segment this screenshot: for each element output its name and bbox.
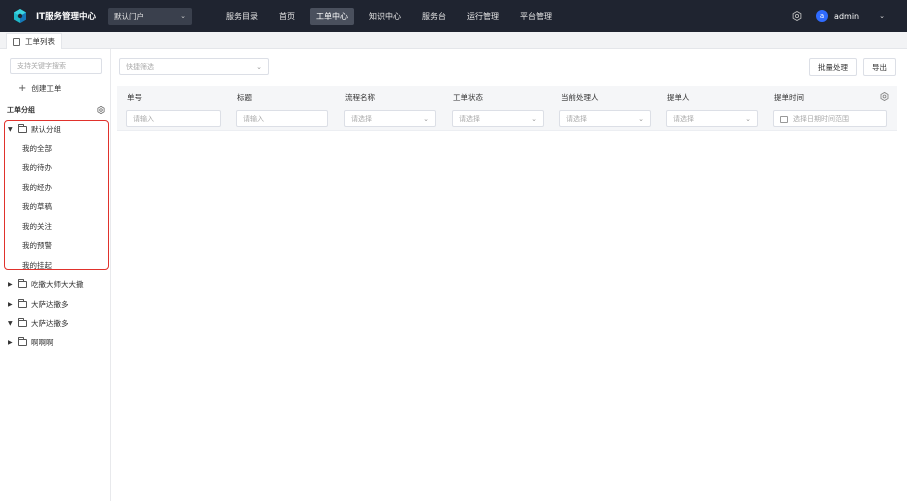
- filter-placeholder: 请输入: [243, 114, 264, 123]
- filter-placeholder: 请选择: [566, 114, 587, 123]
- folder-icon: [18, 337, 27, 346]
- filter-submitter-select[interactable]: 请选择 ⌄: [666, 110, 758, 127]
- group-settings-icon[interactable]: [97, 106, 105, 114]
- portal-select-value: 默认门户: [113, 11, 144, 21]
- filter-status-select[interactable]: 请选择 ⌄: [452, 110, 544, 127]
- tree-node-label: 大萨达撒多: [31, 319, 69, 328]
- portal-select[interactable]: 默认门户 ⌄: [107, 7, 192, 25]
- user-name[interactable]: admin: [834, 12, 859, 21]
- sidebar: 支持关键字搜索 + 创建工单 工单分组 ▼ 默认分组 我的全部 我的待办 我的经…: [0, 49, 111, 501]
- nav-service-catalog[interactable]: 服务目录: [220, 8, 264, 25]
- default-group-highlight: [4, 120, 109, 270]
- quick-filter-select[interactable]: 快捷筛选 ⌄: [119, 58, 269, 75]
- avatar[interactable]: a: [816, 10, 829, 22]
- tree-node-label: 大萨达撒多: [31, 300, 69, 309]
- tree-node-group-3[interactable]: ▼ 大萨达撒多: [8, 318, 69, 329]
- column-header-ticket-no[interactable]: 单号: [127, 92, 142, 103]
- caret-right-icon[interactable]: ▶: [8, 339, 16, 346]
- column-header-submitter[interactable]: 提单人: [667, 92, 690, 103]
- tree-item-my-all[interactable]: 我的全部: [22, 143, 52, 154]
- chevron-down-icon: ⌄: [531, 114, 537, 123]
- tree-item-my-alerts[interactable]: 我的预警: [22, 240, 52, 251]
- user-area: a admin ⌄: [792, 0, 885, 32]
- chevron-down-icon: ⌄: [256, 62, 262, 71]
- chevron-down-icon[interactable]: ⌄: [879, 12, 885, 20]
- sidebar-search-input[interactable]: 支持关键字搜索: [10, 58, 102, 74]
- app-title: IT服务管理中心: [36, 12, 96, 22]
- filter-placeholder: 请选择: [351, 114, 372, 123]
- caret-down-icon[interactable]: ▼: [8, 320, 16, 327]
- tree-node-group-2[interactable]: ▶ 大萨达撒多: [8, 299, 69, 310]
- tree-item-my-followed[interactable]: 我的关注: [22, 221, 52, 232]
- column-settings-icon[interactable]: [880, 92, 889, 101]
- chevron-down-icon: ⌄: [745, 114, 751, 123]
- filter-placeholder: 请输入: [133, 114, 154, 123]
- column-header-process-name[interactable]: 流程名称: [345, 92, 375, 103]
- tree-item-my-todo[interactable]: 我的待办: [22, 162, 52, 173]
- tree-node-group-1[interactable]: ▶ 吃撒大师大大撒: [8, 279, 84, 290]
- tree-node-label: 啊啊啊: [31, 338, 54, 347]
- folder-icon: [18, 279, 27, 288]
- filter-placeholder: 选择日期时间范围: [793, 114, 849, 123]
- group-header: 工单分组: [7, 105, 105, 115]
- folder-icon: [18, 124, 27, 133]
- chevron-down-icon: ⌄: [180, 12, 186, 20]
- filter-placeholder: 请选择: [459, 114, 480, 123]
- tree-node-label: 吃撒大师大大撒: [31, 280, 84, 289]
- filter-title-input[interactable]: 请输入: [236, 110, 328, 127]
- document-icon: [13, 37, 20, 46]
- chevron-down-icon: ⌄: [638, 114, 644, 123]
- caret-down-icon[interactable]: ▼: [8, 126, 16, 133]
- filter-placeholder: 请选择: [673, 114, 694, 123]
- column-header-title[interactable]: 标题: [237, 92, 252, 103]
- filter-ticket-no-input[interactable]: 请输入: [126, 110, 221, 127]
- nav-platform[interactable]: 平台管理: [514, 8, 558, 25]
- nav-service-desk[interactable]: 服务台: [416, 8, 452, 25]
- ticket-table-header: 单号 标题 流程名称 工单状态 当前处理人 提单人 提单时间 请输入 请输入 请…: [117, 86, 897, 131]
- main-nav: 服务目录 首页 工单中心 知识中心 服务台 运行管理 平台管理: [220, 7, 567, 25]
- tab-ticket-list[interactable]: 工单列表: [6, 33, 62, 49]
- column-header-current-handler[interactable]: 当前处理人: [561, 92, 599, 103]
- tree-item-my-drafts[interactable]: 我的草稿: [22, 201, 52, 212]
- tree-item-my-handled[interactable]: 我的经办: [22, 182, 52, 193]
- plus-icon: +: [18, 83, 27, 94]
- settings-gear-icon[interactable]: [792, 11, 802, 21]
- caret-right-icon[interactable]: ▶: [8, 301, 16, 308]
- nav-knowledge-center[interactable]: 知识中心: [363, 8, 407, 25]
- tree-node-group-4[interactable]: ▶ 啊啊啊: [8, 337, 54, 348]
- filter-process-select[interactable]: 请选择 ⌄: [344, 110, 436, 127]
- folder-icon: [18, 318, 27, 327]
- quick-filter-placeholder: 快捷筛选: [126, 62, 154, 71]
- top-navigation-bar: IT服务管理中心 默认门户 ⌄ 服务目录 首页 工单中心 知识中心 服务台 运行…: [0, 0, 907, 32]
- page-tab-bar: 工单列表: [0, 32, 907, 49]
- nav-ticket-center[interactable]: 工单中心: [309, 7, 354, 25]
- calendar-icon: [780, 116, 788, 123]
- nav-home[interactable]: 首页: [273, 8, 301, 25]
- export-button[interactable]: 导出: [863, 58, 896, 76]
- create-ticket-button[interactable]: + 创建工单: [18, 83, 61, 94]
- column-header-submit-time[interactable]: 提单时间: [774, 92, 804, 103]
- filter-submit-time-range[interactable]: 选择日期时间范围: [773, 110, 887, 127]
- column-header-ticket-status[interactable]: 工单状态: [453, 92, 483, 103]
- chevron-down-icon: ⌄: [423, 114, 429, 123]
- create-ticket-label: 创建工单: [31, 84, 62, 93]
- group-title: 工单分组: [7, 106, 35, 114]
- folder-icon: [18, 299, 27, 308]
- nav-operations[interactable]: 运行管理: [461, 8, 505, 25]
- tree-node-label: 默认分组: [31, 125, 61, 134]
- filter-handler-select[interactable]: 请选择 ⌄: [559, 110, 651, 127]
- batch-process-button[interactable]: 批量处理: [809, 58, 857, 76]
- caret-right-icon[interactable]: ▶: [8, 281, 16, 288]
- tree-node-default-group[interactable]: ▼ 默认分组: [8, 124, 61, 135]
- tab-label: 工单列表: [25, 37, 55, 46]
- tree-item-my-suspended[interactable]: 我的挂起: [22, 260, 52, 271]
- app-logo-icon: [12, 8, 28, 24]
